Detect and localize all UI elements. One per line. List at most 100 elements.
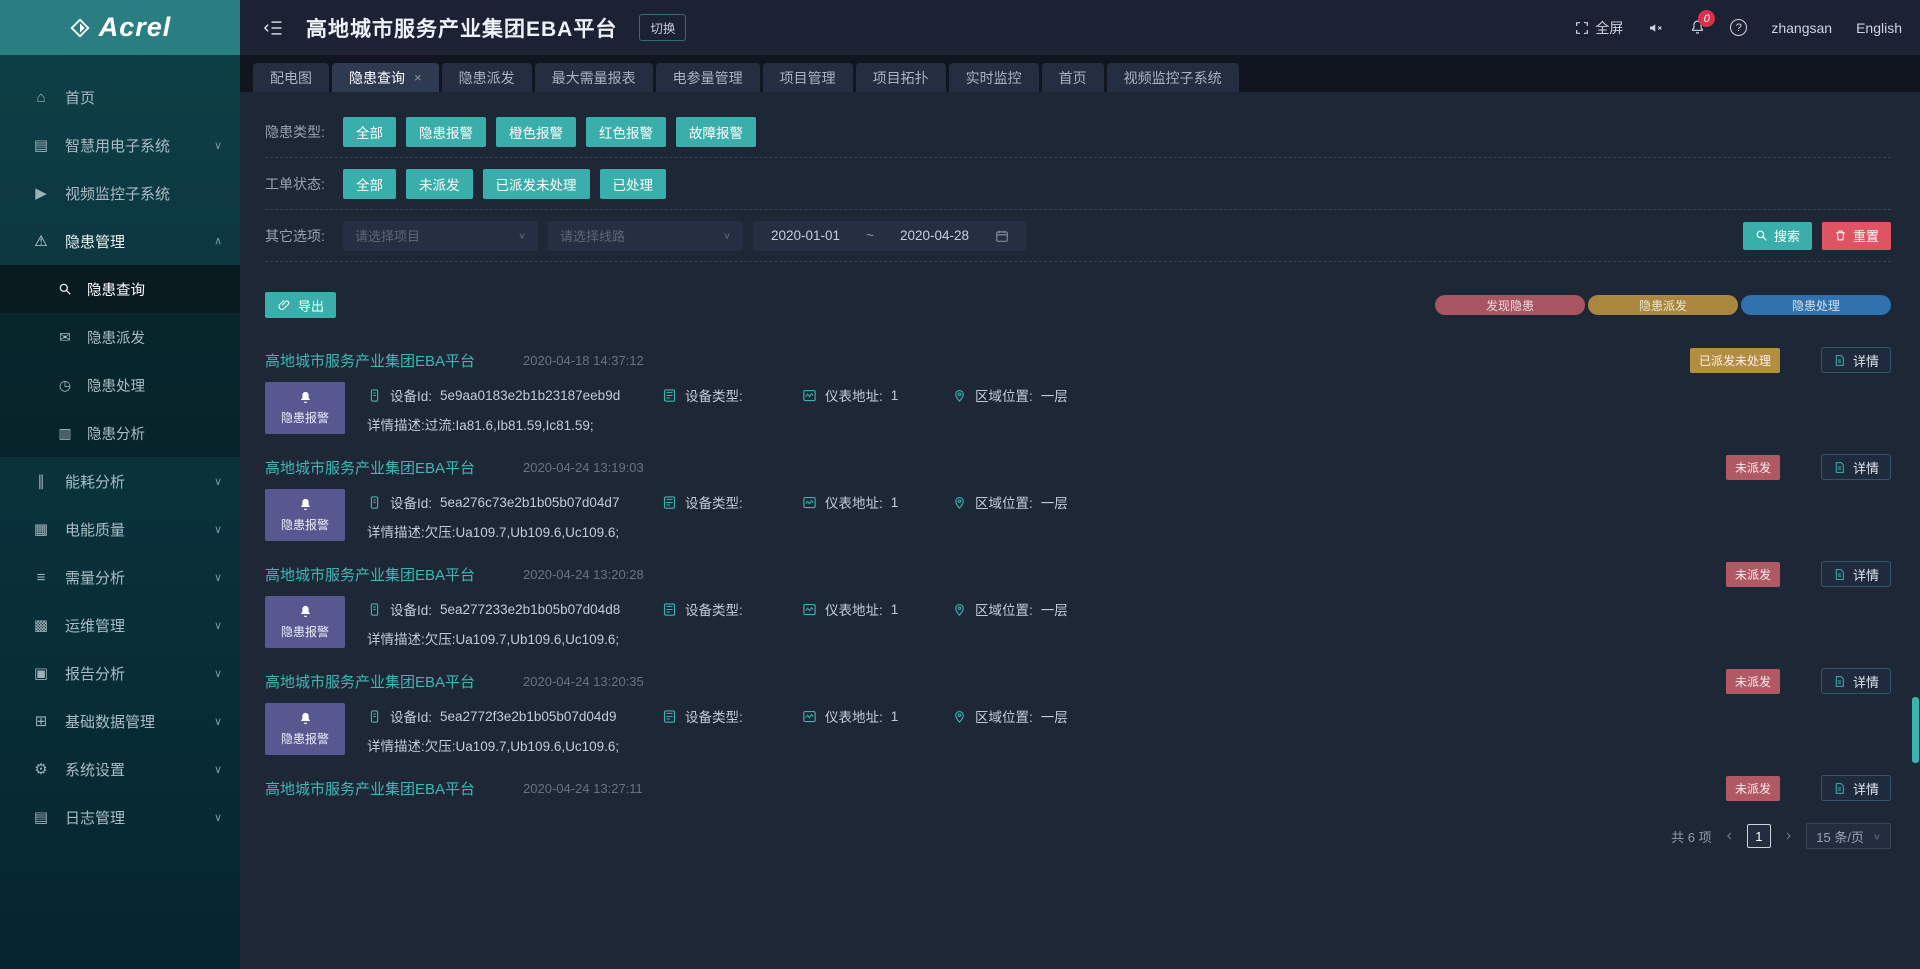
collapse-sidebar-icon[interactable] <box>264 18 284 38</box>
sidebar-subitem-analysis[interactable]: ▥ 隐患分析 <box>0 409 240 457</box>
sidebar-item-log-management[interactable]: ▤ 日志管理 ∨ <box>0 793 240 841</box>
hazard-type-option-red-alarm[interactable]: 红色报警 <box>586 117 666 147</box>
page-size-select[interactable]: 15 条/页 ∨ <box>1806 823 1891 849</box>
project-select[interactable]: 请选择项目 ∨ <box>343 221 538 251</box>
item-title-link[interactable]: 高地城市服务产业集团EBA平台 <box>265 778 475 799</box>
export-button[interactable]: 导出 <box>265 292 336 318</box>
detail-button[interactable]: 详情 <box>1821 561 1891 587</box>
location-field: 区域位置: 一层 <box>952 599 1068 619</box>
tab[interactable]: 实时监控 <box>949 63 1039 92</box>
detail-button-label: 详情 <box>1853 779 1879 798</box>
sidebar-item-home[interactable]: ⌂ 首页 <box>0 73 240 121</box>
sidebar-item-ops-management[interactable]: ▩ 运维管理 ∨ <box>0 601 240 649</box>
list-item-body: 隐患报警 设备Id: 5e9aa0183e2b1b23187eeb9d 设备类型… <box>265 382 1891 434</box>
total-count: 共 6 项 <box>1671 827 1711 846</box>
chevron-down-icon: ∨ <box>214 667 222 680</box>
sidebar-item-video-monitor-system[interactable]: ▶ 视频监控子系统 <box>0 169 240 217</box>
username[interactable]: zhangsan <box>1771 20 1832 36</box>
detail-button[interactable]: 详情 <box>1821 775 1891 801</box>
switch-button[interactable]: 切换 <box>639 14 686 41</box>
sidebar-subitem-process[interactable]: ◷ 隐患处理 <box>0 361 240 409</box>
item-title-link[interactable]: 高地城市服务产业集团EBA平台 <box>265 350 475 371</box>
hazard-type-option-fault-alarm[interactable]: 故障报警 <box>676 117 756 147</box>
detail-button[interactable]: 详情 <box>1821 454 1891 480</box>
detail-button-label: 详情 <box>1853 458 1879 477</box>
sidebar-item-energy-analysis[interactable]: ∥ 能耗分析 ∨ <box>0 457 240 505</box>
tab[interactable]: 首页 <box>1042 63 1104 92</box>
document-icon <box>1833 675 1846 688</box>
sidebar-item-label: 基础数据管理 <box>65 711 214 732</box>
order-status-option-processed[interactable]: 已处理 <box>600 169 667 199</box>
tab[interactable]: 项目管理 <box>763 63 853 92</box>
tab-label: 首页 <box>1059 68 1087 88</box>
sidebar-subitem-dispatch[interactable]: ✉ 隐患派发 <box>0 313 240 361</box>
start-date: 2020-01-01 <box>771 228 840 243</box>
legend-hazard-dispatch: 隐患派发 <box>1588 295 1738 315</box>
sidebar-item-smart-power-system[interactable]: ▤ 智慧用电子系统 ∨ <box>0 121 240 169</box>
item-title-link[interactable]: 高地城市服务产业集团EBA平台 <box>265 564 475 585</box>
search-icon <box>1755 229 1768 242</box>
location-label: 区域位置: <box>975 492 1033 512</box>
date-range-picker[interactable]: 2020-01-01 ~ 2020-04-28 <box>753 221 1027 251</box>
language-switcher[interactable]: English <box>1856 20 1902 36</box>
location-value: 一层 <box>1041 599 1068 619</box>
help-icon[interactable]: ? <box>1730 19 1747 36</box>
location-label: 区域位置: <box>975 706 1033 726</box>
sidebar-item-report-analysis[interactable]: ▣ 报告分析 ∨ <box>0 649 240 697</box>
detail-button[interactable]: 详情 <box>1821 347 1891 373</box>
search-button[interactable]: 搜索 <box>1743 222 1812 250</box>
item-title-link[interactable]: 高地城市服务产业集团EBA平台 <box>265 457 475 478</box>
item-detail-row: 设备Id: 5e9aa0183e2b1b23187eeb9d 设备类型: 仪表地… <box>367 385 1891 405</box>
search-icon <box>56 282 74 296</box>
order-status-option-all[interactable]: 全部 <box>343 169 396 199</box>
tab-label: 隐患查询 <box>349 68 405 88</box>
device-type-field: 设备类型: <box>662 492 802 512</box>
sidebar-item-hazard-management[interactable]: ⚠ 隐患管理 ∨ <box>0 217 240 265</box>
sidebar-item-power-quality[interactable]: ▦ 电能质量 ∨ <box>0 505 240 553</box>
tab[interactable]: 隐患查询 × <box>332 63 439 92</box>
prev-page-button[interactable]: ‹ <box>1727 827 1732 845</box>
device-id-value: 5ea2772f3e2b1b05b07d04d9 <box>440 709 616 724</box>
location-pin-icon <box>952 602 967 617</box>
tab[interactable]: 项目拓扑 <box>856 63 946 92</box>
sidebar-item-demand-analysis[interactable]: ≡ 需量分析 ∨ <box>0 553 240 601</box>
acrel-logo-icon <box>69 17 91 39</box>
tab[interactable]: 隐患派发 <box>442 63 532 92</box>
hazard-type-option-orange-alarm[interactable]: 橙色报警 <box>496 117 576 147</box>
status-badge: 未派发 <box>1726 776 1780 801</box>
pagination: 共 6 项 ‹ 1 › 15 条/页 ∨ <box>265 818 1891 854</box>
sidebar: Acrel ⌂ 首页 ▤ 智慧用电子系统 ∨ ▶ 视频监控子系统 ⚠ 隐患管理 … <box>0 0 240 969</box>
scrollbar[interactable] <box>1912 697 1919 763</box>
reset-button[interactable]: 重置 <box>1822 222 1891 250</box>
tab[interactable]: 最大需量报表 <box>535 63 653 92</box>
sidebar-item-system-settings[interactable]: ⚙ 系统设置 ∨ <box>0 745 240 793</box>
app-root: Acrel ⌂ 首页 ▤ 智慧用电子系统 ∨ ▶ 视频监控子系统 ⚠ 隐患管理 … <box>0 0 1920 969</box>
sidebar-item-icon: ⊞ <box>30 712 52 730</box>
list-item-header: 高地城市服务产业集团EBA平台 2020-04-18 14:37:12 已派发未… <box>265 350 1891 370</box>
order-status-option-dispatched-unprocessed[interactable]: 已派发未处理 <box>483 169 590 199</box>
order-status-option-undispatched[interactable]: 未派发 <box>406 169 473 199</box>
detail-button-label: 详情 <box>1853 565 1879 584</box>
sidebar-item-icon: ▦ <box>30 520 52 538</box>
hazard-type-option-hazard-alarm[interactable]: 隐患报警 <box>406 117 486 147</box>
fullscreen-button[interactable]: 全屏 <box>1574 18 1623 38</box>
tab[interactable]: 视频监控子系统 <box>1107 63 1239 92</box>
hazard-list: 高地城市服务产业集团EBA平台 2020-04-18 14:37:12 已派发未… <box>265 318 1891 810</box>
mute-icon[interactable] <box>1647 19 1665 37</box>
item-title-link[interactable]: 高地城市服务产业集团EBA平台 <box>265 671 475 692</box>
sidebar-subitem-search[interactable]: 隐患查询 <box>0 265 240 313</box>
close-icon[interactable]: × <box>414 70 422 85</box>
sidebar-item-icon: ⚙ <box>30 760 52 778</box>
tab[interactable]: 电参量管理 <box>656 63 760 92</box>
current-page[interactable]: 1 <box>1747 824 1771 848</box>
list-item-header: 高地城市服务产业集团EBA平台 2020-04-24 13:19:03 未派发 … <box>265 457 1891 477</box>
next-page-button[interactable]: › <box>1786 827 1791 845</box>
device-id-value: 5e9aa0183e2b1b23187eeb9d <box>440 388 620 403</box>
tab[interactable]: 配电图 <box>253 63 329 92</box>
line-select[interactable]: 请选择线路 ∨ <box>548 221 743 251</box>
list-item-body: 隐患报警 设备Id: 5ea277233e2b1b05b07d04d8 设备类型… <box>265 596 1891 648</box>
sidebar-item-base-data-management[interactable]: ⊞ 基础数据管理 ∨ <box>0 697 240 745</box>
notification-bell[interactable]: 0 <box>1689 19 1706 36</box>
detail-button[interactable]: 详情 <box>1821 668 1891 694</box>
hazard-type-option-all[interactable]: 全部 <box>343 117 396 147</box>
